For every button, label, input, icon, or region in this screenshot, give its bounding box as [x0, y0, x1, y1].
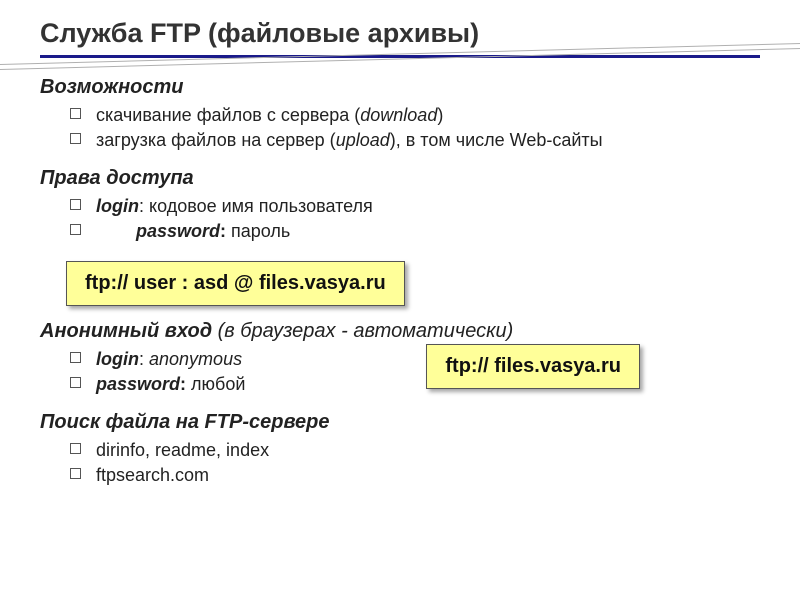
text: загрузка файлов на сервер (	[96, 130, 336, 150]
section-capabilities-heading: Возможности	[40, 76, 760, 99]
heading-paren: (в браузерах - автоматически)	[212, 320, 513, 342]
slide: Служба FTP (файловые архивы) Возможности…	[0, 0, 800, 600]
anon-list: login: anonymous password: любой	[40, 347, 760, 397]
italic-term: download	[360, 105, 437, 125]
list-item: login: кодовое имя пользователя	[70, 194, 760, 218]
value: пароль	[231, 221, 290, 241]
section-anon-heading: Анонимный вход (в браузерах - автоматиче…	[40, 320, 760, 343]
title-rule	[40, 55, 760, 58]
sep: :	[180, 374, 191, 394]
value: любой	[191, 374, 245, 394]
capabilities-list: скачивание файлов c сервера (download) з…	[40, 103, 760, 153]
list-item: ftpsearch.com	[70, 463, 760, 487]
text-after: )	[437, 105, 443, 125]
slide-title: Служба FTP (файловые архивы)	[40, 18, 760, 49]
sep: :	[139, 196, 149, 216]
anon-block: Анонимный вход (в браузерах - автоматиче…	[40, 320, 760, 397]
search-list: dirinfo, readme, index ftpsearch.com	[40, 438, 760, 488]
section-access-heading: Права доступа	[40, 167, 760, 190]
ftp-url-box-auth-wrap: ftp:// user : asd @ files.vasya.ru	[66, 261, 760, 306]
list-item: password: любой	[70, 372, 760, 396]
italic-term: upload	[336, 130, 390, 150]
sep: :	[139, 349, 149, 369]
sep: :	[220, 221, 231, 241]
text-after: ), в том числе Web-сайты	[390, 130, 603, 150]
list-item: скачивание файлов c сервера (download)	[70, 103, 760, 127]
section-search-heading: Поиск файла на FTP-сервере	[40, 411, 760, 434]
label: login	[96, 349, 139, 369]
ftp-url-box-auth: ftp:// user : asd @ files.vasya.ru	[66, 261, 405, 306]
list-item: загрузка файлов на сервер (upload), в то…	[70, 128, 760, 152]
text: скачивание файлов c сервера (	[96, 105, 360, 125]
list-item: dirinfo, readme, index	[70, 438, 760, 462]
heading-text: Анонимный вход	[40, 320, 212, 342]
access-list: login: кодовое имя пользователя password…	[40, 194, 760, 244]
value: anonymous	[149, 349, 242, 369]
value: кодовое имя пользователя	[149, 196, 373, 216]
list-item: password: пароль	[70, 219, 760, 243]
label: password	[136, 221, 220, 241]
label: login	[96, 196, 139, 216]
label: password	[96, 374, 180, 394]
ftp-url-box-anon: ftp:// files.vasya.ru	[426, 344, 640, 389]
list-item: login: anonymous	[70, 347, 760, 371]
